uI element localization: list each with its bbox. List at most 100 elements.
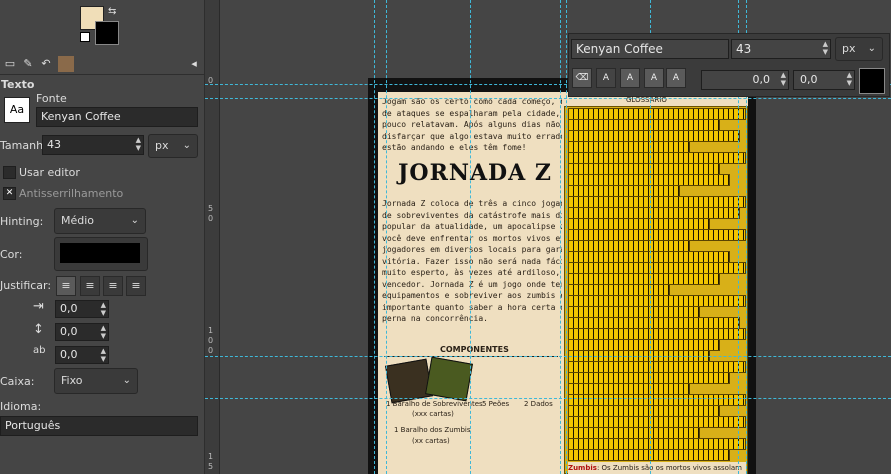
language-field[interactable]: Português — [0, 416, 198, 436]
color-label: Cor: — [0, 248, 23, 261]
floating-baseline-spinner-icon[interactable]: ▲ ▼ — [781, 71, 786, 87]
tool-title: Texto — [1, 78, 35, 91]
floating-size-field[interactable]: 43 ▲ ▼ — [731, 39, 831, 59]
ruler-label: 1 — [208, 326, 214, 335]
bold-icon[interactable]: A — [596, 68, 616, 88]
guide-vertical[interactable] — [470, 0, 471, 474]
letter-spacing-icon: ab — [33, 345, 46, 356]
guide-vertical[interactable] — [560, 0, 561, 474]
size-spinner-icon[interactable]: ▲ ▼ — [136, 136, 141, 152]
justify-fill-icon[interactable]: ≡ — [126, 276, 146, 296]
ruler-label: 0 — [208, 336, 214, 345]
font-label: Fonte — [36, 92, 67, 105]
chevron-down-icon: ⌄ — [130, 215, 139, 226]
justify-label: Justificar: — [0, 279, 52, 292]
ruler-label: 5 — [208, 204, 214, 213]
floating-baseline-field[interactable]: 0,0 ▲ ▼ — [701, 70, 789, 90]
floating-kerning-spinner-icon[interactable]: ▲ ▼ — [847, 71, 852, 87]
letter-spacing-field[interactable]: 0,0 ▲ ▼ — [55, 346, 109, 364]
guide-horizontal[interactable] — [205, 98, 891, 99]
guide-vertical[interactable] — [386, 0, 387, 474]
indent-spinner-icon[interactable]: ▲ ▼ — [101, 301, 106, 317]
hinting-label: Hinting: — [0, 215, 44, 228]
floating-kerning-value: 0,0 — [800, 73, 818, 86]
antialias-checkbox[interactable]: ✕ — [3, 187, 16, 200]
doc-glossary-definition: : Os Zumbis são os mortos vivos assolam — [596, 464, 742, 472]
indent-field[interactable]: 0,0 ▲ ▼ — [55, 300, 109, 318]
font-preview-icon[interactable]: Aa — [4, 97, 30, 123]
doc-component-1-count: (xxx cartas) — [412, 410, 454, 418]
language-label: Idioma: — [0, 400, 42, 413]
swap-colors-icon[interactable]: ⇆ — [108, 6, 116, 17]
letter-spacing-spinner-icon[interactable]: ▲ ▼ — [101, 347, 106, 363]
doc-component-3: 2 Dados — [524, 400, 553, 408]
configure-tab-icon[interactable]: ◂ — [186, 56, 202, 72]
use-editor-checkbox[interactable] — [3, 166, 16, 179]
background-color-swatch[interactable] — [95, 21, 119, 45]
guide-vertical[interactable] — [566, 0, 567, 474]
size-unit-value: px — [155, 139, 169, 152]
size-unit-select[interactable]: px ⌄ — [148, 134, 198, 158]
doc-logo-text: JORNADA Z — [398, 160, 552, 186]
chevron-down-icon: ⌄ — [122, 375, 131, 386]
letter-spacing-value: 0,0 — [60, 348, 78, 361]
on-canvas-text-toolbar: Kenyan Coffee 43 ▲ ▼ px ⌄ 0,0 ▲ ▼ 0,0 ▲ ▼ — [568, 33, 890, 97]
vertical-ruler[interactable]: 0 5 0 1 0 0 1 5 — [205, 0, 220, 474]
justify-center-icon[interactable]: ≡ — [103, 276, 123, 296]
floating-color-button[interactable] — [859, 68, 885, 94]
device-status-tab-icon[interactable]: ✎ — [20, 56, 36, 72]
tool-options-tab-icon[interactable]: ▭ — [2, 56, 18, 72]
indent-icon: ⇥ — [33, 299, 44, 314]
doc-card-image-2 — [425, 356, 473, 402]
size-value: 43 — [47, 138, 61, 151]
chevron-down-icon: ⌄ — [867, 43, 876, 54]
doc-body-text: Jornada Z coloca de três a cinco jogador… — [382, 199, 562, 323]
doc-card-image-1 — [385, 358, 433, 404]
default-colors-icon[interactable] — [80, 32, 90, 42]
justify-left-icon[interactable]: ≡ — [56, 276, 76, 296]
floating-size-spinner-icon[interactable]: ▲ ▼ — [823, 40, 828, 56]
hinting-value: Médio — [61, 214, 95, 227]
guide-horizontal[interactable] — [205, 356, 891, 357]
text-color-swatch — [60, 243, 140, 263]
line-spacing-field[interactable]: 0,0 ▲ ▼ — [55, 323, 109, 341]
doc-component-2: 5 Peões — [482, 400, 510, 408]
chevron-down-icon: ⌄ — [182, 140, 191, 151]
ruler-label: 1 — [208, 452, 214, 461]
ruler-label: 5 — [208, 462, 214, 471]
floating-unit-select[interactable]: px ⌄ — [835, 37, 883, 61]
floating-baseline-value: 0,0 — [752, 73, 771, 86]
guide-vertical[interactable] — [374, 0, 375, 474]
doc-glossary-term: Zumbis — [568, 464, 597, 472]
size-field[interactable]: 43 ▲ ▼ — [42, 135, 144, 155]
justify-right-icon[interactable]: ≡ — [80, 276, 100, 296]
undo-history-tab-icon[interactable]: ↶ — [38, 56, 54, 72]
hinting-select[interactable]: Médio ⌄ — [54, 208, 146, 234]
ruler-label: 0 — [208, 214, 214, 223]
line-spacing-icon: ↕ — [33, 322, 44, 337]
box-select[interactable]: Fixo ⌄ — [54, 368, 138, 394]
floating-font-field[interactable]: Kenyan Coffee — [571, 39, 729, 59]
underline-icon[interactable]: A — [644, 68, 664, 88]
italic-icon[interactable]: A — [620, 68, 640, 88]
floating-kerning-field[interactable]: 0,0 ▲ ▼ — [793, 70, 855, 90]
doc-component-1: 1 Baralho de Sobreviventes — [386, 400, 483, 408]
color-button[interactable] — [54, 237, 148, 271]
doc-glossary-zumbis: Zumbis: Os Zumbis são os mortos vivos as… — [568, 462, 746, 474]
line-spacing-spinner-icon[interactable]: ▲ ▼ — [101, 324, 106, 340]
box-label: Caixa: — [0, 375, 35, 388]
tool-options-panel: ⇆ ▭ ✎ ↶ ◂ Texto Fonte Aa Kenyan Coffee T… — [0, 0, 205, 474]
doc-component-4: 1 Baralho dos Zumbis — [394, 426, 471, 434]
indent-value: 0,0 — [60, 302, 78, 315]
font-field[interactable]: Kenyan Coffee — [36, 107, 198, 127]
line-spacing-value: 0,0 — [60, 325, 78, 338]
floating-size-value: 43 — [736, 42, 752, 56]
use-editor-label: Usar editor — [19, 166, 80, 179]
doc-intro-text: Jogam são os certo como cada começo, not… — [382, 97, 562, 152]
guide-horizontal[interactable] — [205, 398, 891, 399]
images-tab-icon[interactable] — [58, 56, 74, 72]
missing-glyph-line — [568, 449, 730, 461]
clear-style-icon[interactable]: ⌫ — [572, 68, 592, 88]
floating-unit-value: px — [842, 42, 856, 55]
strikethrough-icon[interactable]: A — [666, 68, 686, 88]
